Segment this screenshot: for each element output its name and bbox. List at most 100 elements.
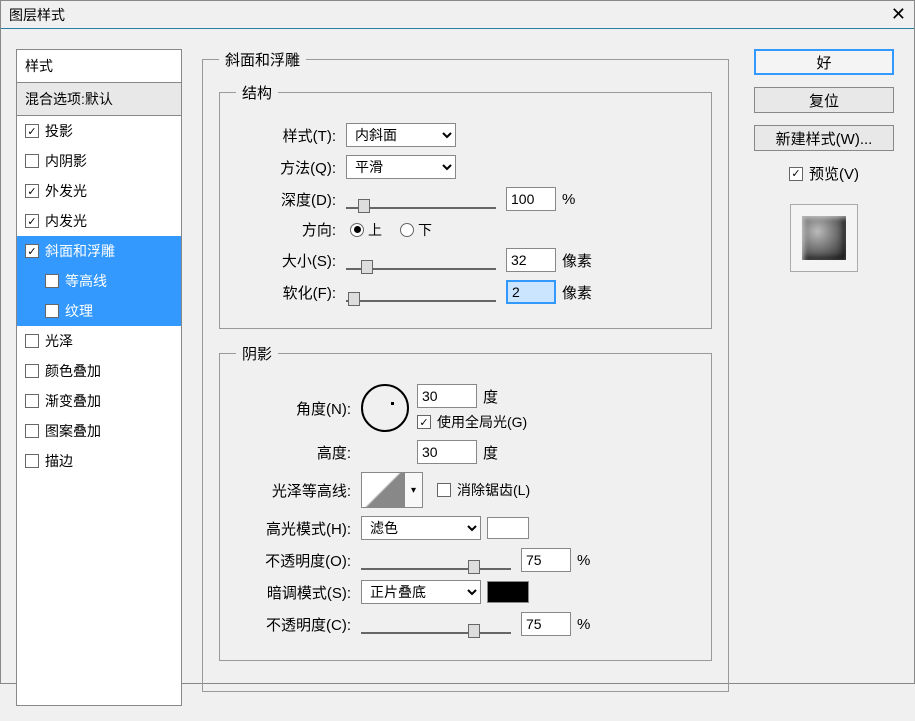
styles-list: 样式 混合选项:默认 投影内阴影外发光内发光斜面和浮雕等高线纹理光泽颜色叠加渐变… bbox=[16, 49, 182, 706]
technique-select[interactable]: 平滑 bbox=[346, 155, 456, 179]
shadow-mode-select[interactable]: 正片叠底 bbox=[361, 580, 481, 604]
style-item[interactable]: 纹理 bbox=[17, 296, 181, 326]
style-item-checkbox[interactable] bbox=[25, 244, 39, 258]
style-item-checkbox[interactable] bbox=[25, 184, 39, 198]
shading-title: 阴影 bbox=[236, 343, 278, 364]
style-item-checkbox[interactable] bbox=[25, 394, 39, 408]
global-light-checkbox[interactable] bbox=[417, 415, 431, 429]
style-item[interactable]: 外发光 bbox=[17, 176, 181, 206]
ok-button[interactable]: 好 bbox=[754, 49, 894, 75]
angle-wheel[interactable] bbox=[361, 384, 409, 432]
depth-slider[interactable] bbox=[346, 189, 496, 209]
size-unit: 像素 bbox=[562, 250, 592, 271]
blend-options[interactable]: 混合选项:默认 bbox=[17, 83, 181, 116]
style-item[interactable]: 图案叠加 bbox=[17, 416, 181, 446]
style-item-label: 颜色叠加 bbox=[45, 361, 101, 381]
size-slider[interactable] bbox=[346, 250, 496, 270]
shadow-opacity-input[interactable] bbox=[521, 612, 571, 636]
style-item-label: 斜面和浮雕 bbox=[45, 241, 115, 261]
style-item-label: 内发光 bbox=[45, 211, 87, 231]
layer-style-dialog: 图层样式 ✕ 样式 混合选项:默认 投影内阴影外发光内发光斜面和浮雕等高线纹理光… bbox=[0, 0, 915, 684]
style-item[interactable]: 颜色叠加 bbox=[17, 356, 181, 386]
highlight-opacity-input[interactable] bbox=[521, 548, 571, 572]
altitude-unit: 度 bbox=[483, 442, 498, 463]
altitude-input[interactable] bbox=[417, 440, 477, 464]
highlight-opacity-label: 不透明度(O): bbox=[236, 550, 351, 571]
style-item[interactable]: 等高线 bbox=[17, 266, 181, 296]
cancel-button[interactable]: 复位 bbox=[754, 87, 894, 113]
structure-title: 结构 bbox=[236, 82, 278, 103]
style-item-checkbox[interactable] bbox=[25, 364, 39, 378]
shadow-opacity-unit: % bbox=[577, 616, 590, 633]
antialias-label: 消除锯齿(L) bbox=[457, 480, 530, 500]
style-item-checkbox[interactable] bbox=[25, 214, 39, 228]
size-input[interactable] bbox=[506, 248, 556, 272]
style-item-label: 外发光 bbox=[45, 181, 87, 201]
dialog-buttons: 好 复位 新建样式(W)... 预览(V) bbox=[749, 49, 899, 706]
style-item[interactable]: 光泽 bbox=[17, 326, 181, 356]
style-item-label: 等高线 bbox=[65, 271, 107, 291]
bevel-fieldset: 斜面和浮雕 结构 样式(T): 内斜面 方法(Q): 平滑 深度(D): bbox=[202, 49, 729, 692]
new-style-button[interactable]: 新建样式(W)... bbox=[754, 125, 894, 151]
style-item-label: 渐变叠加 bbox=[45, 391, 101, 411]
technique-label: 方法(Q): bbox=[236, 157, 336, 178]
size-label: 大小(S): bbox=[236, 250, 336, 271]
depth-unit: % bbox=[562, 191, 575, 208]
style-select[interactable]: 内斜面 bbox=[346, 123, 456, 147]
style-item[interactable]: 渐变叠加 bbox=[17, 386, 181, 416]
highlight-color-swatch[interactable] bbox=[487, 517, 529, 539]
bevel-panel: 斜面和浮雕 结构 样式(T): 内斜面 方法(Q): 平滑 深度(D): bbox=[202, 49, 729, 706]
soften-input[interactable] bbox=[506, 280, 556, 304]
style-item[interactable]: 斜面和浮雕 bbox=[17, 236, 181, 266]
style-item-label: 图案叠加 bbox=[45, 421, 101, 441]
style-item-checkbox[interactable] bbox=[25, 154, 39, 168]
highlight-opacity-slider[interactable] bbox=[361, 550, 511, 570]
style-item-label: 投影 bbox=[45, 121, 73, 141]
direction-up-radio[interactable] bbox=[350, 223, 364, 237]
style-item[interactable]: 内发光 bbox=[17, 206, 181, 236]
style-item-checkbox[interactable] bbox=[45, 274, 59, 288]
titlebar: 图层样式 ✕ bbox=[1, 1, 914, 29]
style-item-checkbox[interactable] bbox=[25, 334, 39, 348]
style-item[interactable]: 内阴影 bbox=[17, 146, 181, 176]
highlight-mode-select[interactable]: 滤色 bbox=[361, 516, 481, 540]
shadow-opacity-slider[interactable] bbox=[361, 614, 511, 634]
style-item-checkbox[interactable] bbox=[25, 424, 39, 438]
angle-unit: 度 bbox=[483, 386, 498, 407]
preview-swatch bbox=[802, 216, 846, 260]
depth-input[interactable] bbox=[506, 187, 556, 211]
style-item-label: 光泽 bbox=[45, 331, 73, 351]
angle-input[interactable] bbox=[417, 384, 477, 408]
highlight-mode-label: 高光模式(H): bbox=[236, 518, 351, 539]
style-item[interactable]: 描边 bbox=[17, 446, 181, 476]
close-icon[interactable]: ✕ bbox=[891, 4, 906, 25]
dialog-title: 图层样式 bbox=[9, 5, 65, 25]
style-item-label: 描边 bbox=[45, 451, 73, 471]
direction-down-radio[interactable] bbox=[400, 223, 414, 237]
preview-thumbnail bbox=[790, 204, 858, 272]
style-item-checkbox[interactable] bbox=[25, 124, 39, 138]
direction-label: 方向: bbox=[236, 219, 336, 240]
style-item-checkbox[interactable] bbox=[45, 304, 59, 318]
soften-label: 软化(F): bbox=[236, 282, 336, 303]
soften-unit: 像素 bbox=[562, 282, 592, 303]
antialias-checkbox[interactable] bbox=[437, 483, 451, 497]
highlight-opacity-unit: % bbox=[577, 552, 590, 569]
soften-slider[interactable] bbox=[346, 282, 496, 302]
styles-header[interactable]: 样式 bbox=[17, 50, 181, 83]
style-item-checkbox[interactable] bbox=[25, 454, 39, 468]
gloss-contour-label: 光泽等高线: bbox=[236, 480, 351, 501]
style-label: 样式(T): bbox=[236, 125, 336, 146]
preview-checkbox[interactable] bbox=[789, 167, 803, 181]
shadow-mode-label: 暗调模式(S): bbox=[236, 582, 351, 603]
chevron-down-icon[interactable]: ▾ bbox=[405, 472, 423, 508]
gloss-contour-picker[interactable] bbox=[361, 472, 405, 508]
down-label: 下 bbox=[418, 220, 432, 240]
depth-label: 深度(D): bbox=[236, 189, 336, 210]
angle-label: 角度(N): bbox=[236, 398, 351, 419]
style-item[interactable]: 投影 bbox=[17, 116, 181, 146]
up-label: 上 bbox=[368, 220, 382, 240]
shadow-color-swatch[interactable] bbox=[487, 581, 529, 603]
altitude-label: 高度: bbox=[236, 442, 351, 463]
preview-label: 预览(V) bbox=[809, 163, 859, 184]
